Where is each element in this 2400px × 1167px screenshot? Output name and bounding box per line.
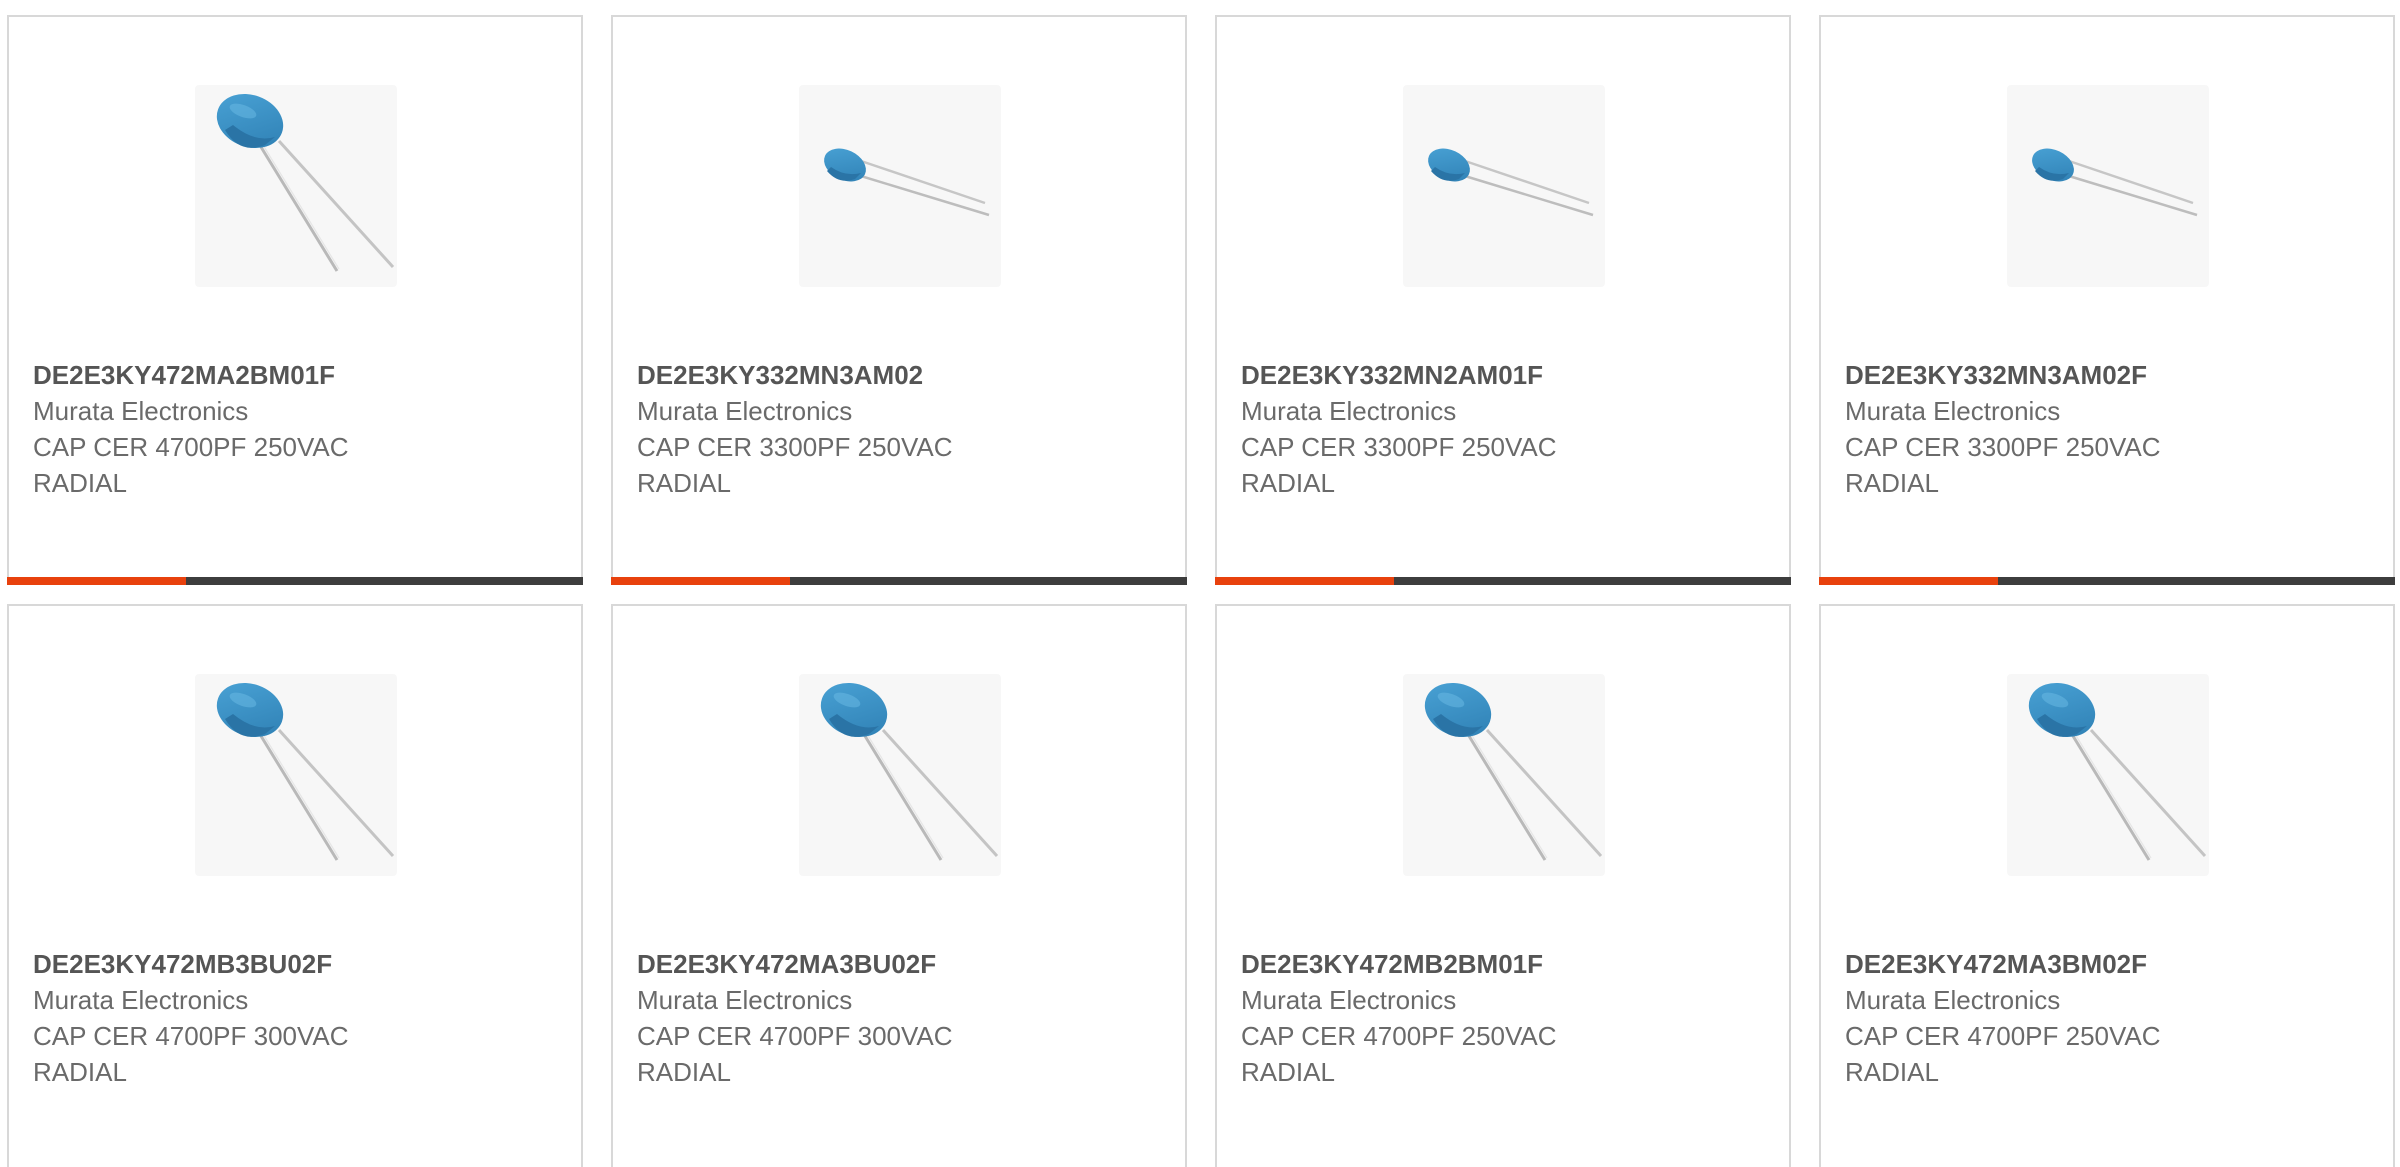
ceramic-disc-capacitor-icon (799, 674, 1001, 876)
progress-bar (1819, 577, 2395, 585)
product-card[interactable]: DE2E3KY332MN3AM02F Murata Electronics CA… (1819, 15, 2395, 585)
progress-fill (1215, 577, 1394, 585)
product-card[interactable]: DE2E3KY472MB3BU02F Murata Electronics CA… (7, 604, 583, 1167)
part-number[interactable]: DE2E3KY332MN3AM02 (637, 357, 1165, 393)
product-image[interactable] (2007, 674, 2209, 876)
product-card[interactable]: DE2E3KY472MA3BU02F Murata Electronics CA… (611, 604, 1187, 1167)
progress-fill (7, 577, 186, 585)
product-info: DE2E3KY332MN2AM01F Murata Electronics CA… (1241, 357, 1769, 501)
description: CAP CER 4700PF 300VAC RADIAL (33, 1021, 349, 1087)
ceramic-disc-capacitor-icon (195, 674, 397, 876)
product-grid: DE2E3KY472MA2BM01F Murata Electronics CA… (0, 0, 2400, 1167)
progress-bar (611, 577, 1187, 585)
manufacturer: Murata Electronics (1845, 985, 2061, 1015)
manufacturer: Murata Electronics (1241, 985, 1457, 1015)
ceramic-disc-capacitor-icon (1403, 674, 1605, 876)
product-info: DE2E3KY472MB3BU02F Murata Electronics CA… (33, 946, 561, 1090)
product-info: DE2E3KY472MA2BM01F Murata Electronics CA… (33, 357, 561, 501)
ceramic-disc-capacitor-icon (1403, 85, 1605, 287)
part-number[interactable]: DE2E3KY472MA3BM02F (1845, 946, 2373, 982)
product-image[interactable] (195, 674, 397, 876)
description: CAP CER 3300PF 250VAC RADIAL (637, 432, 953, 498)
description: CAP CER 3300PF 250VAC RADIAL (1845, 432, 2161, 498)
product-card[interactable]: DE2E3KY332MN2AM01F Murata Electronics CA… (1215, 15, 1791, 585)
part-number[interactable]: DE2E3KY472MA3BU02F (637, 946, 1165, 982)
product-image[interactable] (2007, 85, 2209, 287)
product-info: DE2E3KY472MA3BU02F Murata Electronics CA… (637, 946, 1165, 1090)
product-image[interactable] (799, 674, 1001, 876)
manufacturer: Murata Electronics (1241, 396, 1457, 426)
manufacturer: Murata Electronics (33, 985, 249, 1015)
part-number[interactable]: DE2E3KY332MN3AM02F (1845, 357, 2373, 393)
description: CAP CER 4700PF 250VAC RADIAL (1845, 1021, 2161, 1087)
part-number[interactable]: DE2E3KY472MB2BM01F (1241, 946, 1769, 982)
manufacturer: Murata Electronics (1845, 396, 2061, 426)
product-image[interactable] (1403, 85, 1605, 287)
product-info: DE2E3KY472MB2BM01F Murata Electronics CA… (1241, 946, 1769, 1090)
product-info: DE2E3KY332MN3AM02 Murata Electronics CAP… (637, 357, 1165, 501)
part-number[interactable]: DE2E3KY472MB3BU02F (33, 946, 561, 982)
ceramic-disc-capacitor-icon (2007, 85, 2209, 287)
part-number[interactable]: DE2E3KY472MA2BM01F (33, 357, 561, 393)
product-info: DE2E3KY332MN3AM02F Murata Electronics CA… (1845, 357, 2373, 501)
progress-bar (7, 577, 583, 585)
progress-fill (1819, 577, 1998, 585)
product-card[interactable]: DE2E3KY472MB2BM01F Murata Electronics CA… (1215, 604, 1791, 1167)
product-image[interactable] (195, 85, 397, 287)
manufacturer: Murata Electronics (637, 985, 853, 1015)
part-number[interactable]: DE2E3KY332MN2AM01F (1241, 357, 1769, 393)
product-info: DE2E3KY472MA3BM02F Murata Electronics CA… (1845, 946, 2373, 1090)
manufacturer: Murata Electronics (33, 396, 249, 426)
description: CAP CER 3300PF 250VAC RADIAL (1241, 432, 1557, 498)
description: CAP CER 4700PF 300VAC RADIAL (637, 1021, 953, 1087)
product-image[interactable] (1403, 674, 1605, 876)
ceramic-disc-capacitor-icon (799, 85, 1001, 287)
product-card[interactable]: DE2E3KY332MN3AM02 Murata Electronics CAP… (611, 15, 1187, 585)
description: CAP CER 4700PF 250VAC RADIAL (1241, 1021, 1557, 1087)
ceramic-disc-capacitor-icon (195, 85, 397, 287)
product-card[interactable]: DE2E3KY472MA2BM01F Murata Electronics CA… (7, 15, 583, 585)
product-image[interactable] (799, 85, 1001, 287)
manufacturer: Murata Electronics (637, 396, 853, 426)
ceramic-disc-capacitor-icon (2007, 674, 2209, 876)
progress-fill (611, 577, 790, 585)
product-card[interactable]: DE2E3KY472MA3BM02F Murata Electronics CA… (1819, 604, 2395, 1167)
description: CAP CER 4700PF 250VAC RADIAL (33, 432, 349, 498)
progress-bar (1215, 577, 1791, 585)
